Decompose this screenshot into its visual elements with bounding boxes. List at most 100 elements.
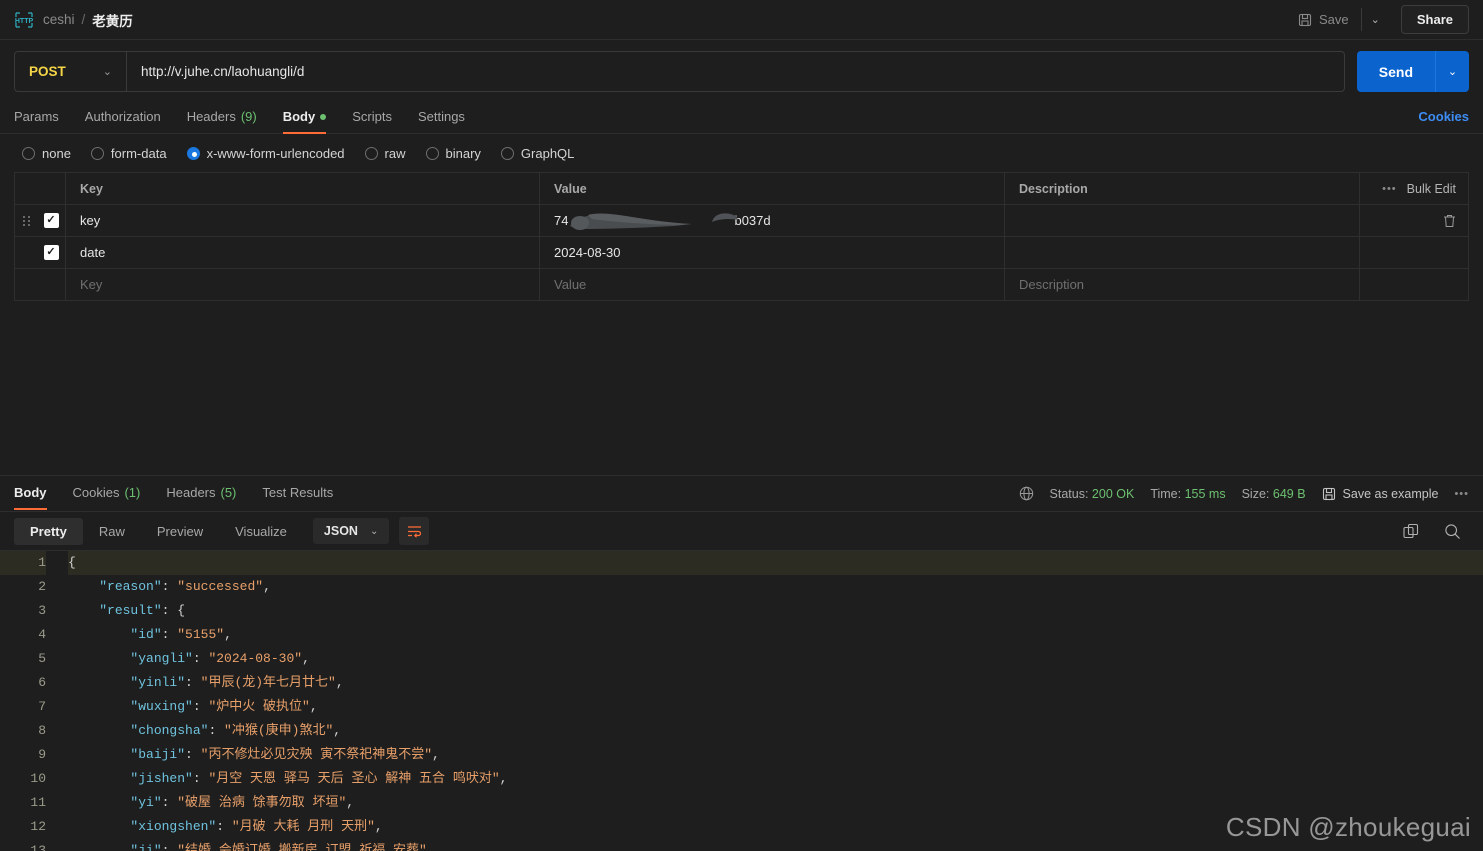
code-content[interactable]: { "reason": "successed", "result": { "id… — [56, 551, 1483, 851]
view-tab-pretty[interactable]: Pretty — [14, 517, 83, 545]
tab-headers[interactable]: Headers (9) — [187, 102, 257, 133]
response-code-viewer[interactable]: 1 2 3 4 5 6 7 8 9 10 11 12 13 { "reason": "successed… — [0, 550, 1483, 851]
response-tab-cookies-count: (1) — [124, 485, 141, 500]
new-row-description-input[interactable]: Description — [1019, 277, 1084, 292]
radio-binary[interactable]: binary — [425, 146, 481, 161]
radio-x-www-form-urlencoded[interactable]: x-www-form-urlencoded — [186, 146, 345, 161]
response-tab-cookies[interactable]: Cookies (1) — [73, 478, 141, 509]
table-more-options-icon[interactable]: ••• — [1382, 183, 1397, 195]
size-text: Size: 649 B — [1241, 486, 1306, 501]
tab-settings[interactable]: Settings — [418, 102, 465, 133]
wrap-lines-button[interactable] — [399, 517, 430, 545]
breadcrumb-separator: / — [81, 12, 86, 27]
code-line: "id": "5155", — [130, 627, 232, 642]
body-type-radios: none form-data x-www-form-urlencoded raw… — [0, 134, 1483, 172]
radio-none-label: none — [42, 146, 71, 161]
tab-authorization[interactable]: Authorization — [85, 102, 161, 133]
save-dropdown-button[interactable]: ⌄ — [1360, 8, 1389, 31]
row-drag-handle[interactable] — [15, 205, 37, 236]
row-value-cell: 74 b037d — [539, 205, 1004, 236]
trash-icon[interactable] — [1443, 214, 1456, 228]
tab-authorization-label: Authorization — [84, 109, 161, 124]
radio-graphql[interactable]: GraphQL — [500, 146, 574, 161]
url-input[interactable]: http://v.juhe.cn/laohuangli/d — [127, 64, 1344, 79]
radio-raw[interactable]: raw — [364, 146, 406, 161]
radio-form-data[interactable]: form-data — [90, 146, 167, 161]
breadcrumb-parent[interactable]: ceshi — [43, 12, 75, 27]
radio-raw-label: raw — [384, 146, 406, 161]
response-format-selector[interactable]: JSON ⌄ — [312, 518, 390, 544]
breadcrumb-current: 老黄历 — [92, 13, 133, 29]
radio-x-www-form-urlencoded-label: x-www-form-urlencoded — [206, 146, 345, 161]
tab-params[interactable]: Params — [14, 102, 59, 133]
save-button[interactable]: Save — [1288, 7, 1359, 32]
postman-app: HTTP ceshi / 老黄历 Save ⌄ Share POST ⌄ htt… — [0, 0, 1483, 851]
redaction-scribble-icon — [570, 213, 692, 230]
view-tab-raw[interactable]: Raw — [83, 518, 141, 545]
save-as-example-button[interactable]: Save as example — [1322, 486, 1439, 501]
send-button[interactable]: Send — [1356, 51, 1435, 92]
view-tab-visualize[interactable]: Visualize — [219, 518, 303, 545]
code-line: "baiji": "丙不修灶必见灾殃 寅不祭祀神鬼不尝", — [130, 747, 440, 762]
radio-raw-icon — [364, 147, 378, 160]
tab-body-label: Body — [282, 109, 316, 124]
floppy-disk-icon — [1322, 487, 1335, 500]
bulk-edit-button[interactable]: Bulk Edit — [1407, 182, 1456, 196]
line-number: 1 — [0, 551, 46, 575]
line-number: 12 — [30, 819, 46, 834]
save-as-example-label: Save as example — [1342, 486, 1439, 501]
row-enable-checkbox[interactable]: ✓ — [37, 237, 65, 268]
send-dropdown-button[interactable]: ⌄ — [1435, 51, 1469, 92]
row-enable-checkbox[interactable] — [37, 269, 65, 300]
row-enable-checkbox[interactable]: ✓ — [37, 205, 65, 236]
row-value-input[interactable]: 2024-08-30 — [554, 245, 621, 260]
chevron-down-icon: ⌄ — [369, 525, 379, 537]
row-key-input[interactable]: key — [80, 213, 100, 228]
response-tab-test-results[interactable]: Test Results — [262, 478, 333, 509]
tab-body[interactable]: Body — [282, 102, 327, 134]
top-bar: HTTP ceshi / 老黄历 Save ⌄ Share — [0, 0, 1483, 40]
response-more-options-icon[interactable]: ••• — [1454, 488, 1469, 500]
request-tabs: Params Authorization Headers (9) Body Sc… — [0, 102, 1483, 134]
radio-none[interactable]: none — [22, 146, 71, 161]
row-actions — [1359, 269, 1468, 300]
view-tab-preview[interactable]: Preview — [141, 518, 219, 545]
copy-icon[interactable] — [1403, 523, 1420, 540]
column-header-description: Description — [1019, 181, 1088, 196]
tab-scripts-label: Scripts — [352, 109, 392, 124]
radio-form-data-label: form-data — [110, 146, 167, 161]
header-drag-cell — [15, 173, 37, 204]
new-row-key-input[interactable]: Key — [80, 277, 102, 292]
new-row-value-input[interactable]: Value — [554, 277, 586, 292]
share-button[interactable]: Share — [1400, 5, 1469, 34]
chevron-down-icon: ⌄ — [102, 66, 112, 78]
method-selector[interactable]: POST ⌄ — [15, 52, 127, 91]
row-value-redacted-tail: b037d — [734, 213, 771, 228]
radio-form-data-icon — [90, 147, 104, 160]
response-tab-headers-count: (5) — [220, 485, 237, 500]
code-line: "jishen": "月空 天恩 驿马 天后 圣心 解神 五合 鸣吠对", — [130, 771, 508, 786]
row-value-input[interactable]: 74 — [554, 213, 568, 228]
request-body-empty-area — [0, 301, 1483, 475]
code-line: "reason": "successed", — [99, 579, 271, 594]
checkbox-checked-icon: ✓ — [43, 213, 59, 228]
code-line: { — [68, 551, 1483, 575]
response-tab-headers[interactable]: Headers (5) — [166, 478, 236, 509]
line-number: 2 — [38, 579, 46, 594]
response-tab-headers-label: Headers — [166, 485, 216, 500]
tab-scripts[interactable]: Scripts — [352, 102, 392, 133]
floppy-disk-icon — [1298, 13, 1312, 26]
tab-settings-label: Settings — [417, 109, 465, 124]
status-text: Status: 200 OK — [1049, 486, 1135, 501]
row-key-input[interactable]: date — [80, 245, 105, 260]
time-text: Time: 155 ms — [1150, 486, 1226, 501]
response-tab-body[interactable]: Body — [14, 478, 47, 510]
search-icon[interactable] — [1444, 523, 1461, 540]
table-row-empty: Key Value Description — [15, 269, 1468, 301]
row-drag-handle[interactable] — [15, 237, 37, 268]
tab-headers-label: Headers — [186, 109, 236, 124]
response-tab-cookies-label: Cookies — [72, 485, 120, 500]
globe-icon[interactable] — [1019, 486, 1034, 501]
cookies-link[interactable]: Cookies — [1418, 109, 1469, 133]
line-number: 8 — [38, 723, 46, 738]
